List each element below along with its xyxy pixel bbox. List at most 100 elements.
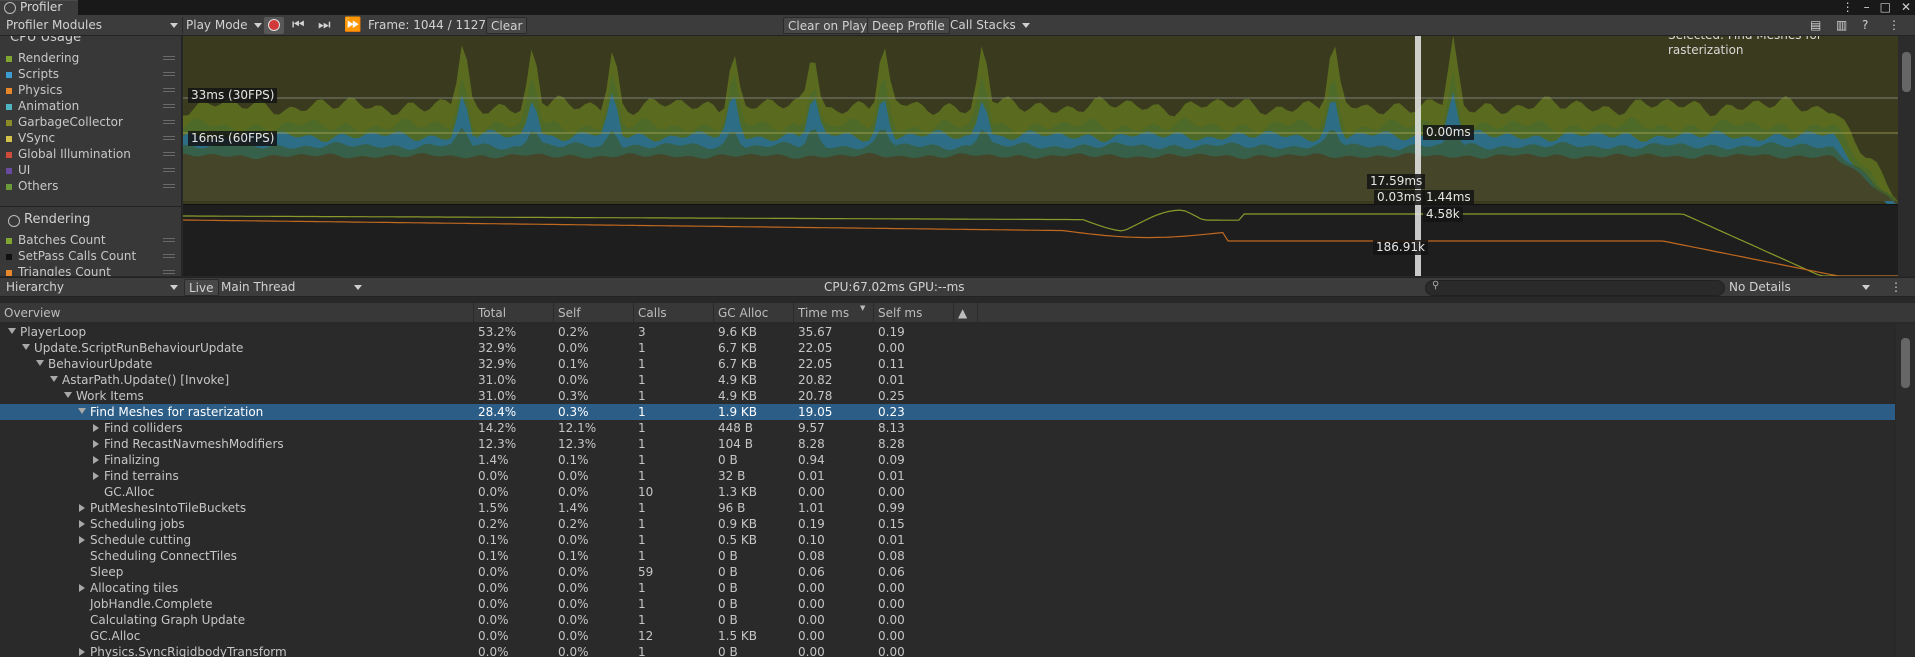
table-row[interactable]: Update.ScriptRunBehaviourUpdate 32.9% 0.0%… [0,340,1895,356]
cpu-legend-item[interactable]: Global Illumination [6,146,131,162]
cpu-legend-item[interactable]: Rendering [6,50,79,66]
cpu-legend-item[interactable]: GarbageCollector [6,114,123,130]
search-input[interactable]: ⚲ [1425,280,1725,296]
cpu-legend-item[interactable]: Animation [6,98,79,114]
cpu-usage-title[interactable]: CPU Usage [10,36,81,45]
scrollbar-thumb[interactable] [1901,338,1910,388]
more-icon[interactable]: ⋮ [1888,17,1900,34]
play-mode-dropdown[interactable]: Play Mode [186,17,262,34]
view-dropdown[interactable]: Hierarchy [6,279,182,296]
chevron-right-icon[interactable] [93,424,99,432]
drag-handle-icon[interactable] [163,136,175,140]
warning-column[interactable]: ▲ [954,303,978,323]
maximize-icon[interactable]: □ [1880,0,1891,15]
more-icon[interactable]: ⋮ [1890,279,1902,296]
rendering-legend-item[interactable]: SetPass Calls Count [6,248,136,264]
load-icon[interactable]: ▤ [1810,17,1821,34]
chevron-down-icon[interactable] [78,408,86,414]
drag-handle-icon[interactable] [163,238,175,242]
cpu-legend-item[interactable]: Others [6,178,58,194]
table-row[interactable]: Sleep 0.0% 0.0% 59 0 B 0.06 0.06 [0,564,1895,580]
cpu-legend-item[interactable]: UI [6,162,30,178]
table-row[interactable]: Scheduling ConnectTiles 0.1% 0.1% 1 0 B 0.08 0… [0,548,1895,564]
table-row[interactable]: Calculating Graph Update 0.0% 0.0% 1 0 B 0.00… [0,612,1895,628]
drag-handle-icon[interactable] [163,88,175,92]
table-row[interactable]: Find colliders 14.2% 12.1% 1 448 B 9.57 8.13 [0,420,1895,436]
profiler-tab[interactable]: Profiler [0,0,78,15]
deep-profile-button[interactable]: Deep Profile [867,17,950,34]
details-dropdown[interactable]: No Details [1729,279,1874,296]
chevron-right-icon[interactable] [79,648,85,656]
chevron-right-icon[interactable] [79,504,85,512]
first-frame-button[interactable]: ⏮ [292,17,305,34]
drag-handle-icon[interactable] [163,120,175,124]
chevron-right-icon[interactable] [93,472,99,480]
col-self-ms[interactable]: Self ms [874,303,954,323]
clear-on-play-button[interactable]: Clear on Play [783,17,872,34]
cpu-legend-item[interactable]: Scripts [6,66,59,82]
profiler-charts[interactable]: 33ms (30FPS) 16ms (60FPS) Selected: Find… [183,36,1898,276]
chevron-down-icon[interactable] [36,360,44,366]
table-row[interactable]: Finalizing 1.4% 0.1% 1 0 B 0.94 0.09 [0,452,1895,468]
table-row[interactable]: PlayerLoop 53.2% 0.2% 3 9.6 KB 35.67 0.19 [0,324,1895,340]
drag-handle-icon[interactable] [163,56,175,60]
chevron-right-icon[interactable] [79,520,85,528]
chevron-right-icon[interactable] [93,456,99,464]
table-row[interactable]: Schedule cutting 0.1% 0.0% 1 0.5 KB 0.10 0.01 [0,532,1895,548]
record-button[interactable] [264,17,284,34]
table-row[interactable]: JobHandle.Complete 0.0% 0.0% 1 0 B 0.00 0.00 [0,596,1895,612]
call-stacks-dropdown[interactable]: Call Stacks [950,17,1030,34]
chevron-right-icon[interactable] [79,536,85,544]
chevron-down-icon[interactable] [8,328,16,334]
close-icon[interactable]: ✕ [1901,0,1911,15]
table-row[interactable]: Find terrains 0.0% 0.0% 1 32 B 0.01 0.01 [0,468,1895,484]
chevron-right-icon[interactable] [93,440,99,448]
table-row[interactable]: Find Meshes for rasterization 28.4% 0.3% 1 1… [0,404,1895,420]
col-self[interactable]: Self [554,303,634,323]
col-calls[interactable]: Calls [634,303,714,323]
drag-handle-icon[interactable] [163,152,175,156]
col-overview[interactable]: Overview [0,303,474,323]
table-row[interactable]: Physics.SyncRigidbodyTransform 0.0% 0.0% 1 0… [0,644,1895,657]
minimize-icon[interactable]: – [1864,0,1870,15]
drag-handle-icon[interactable] [163,104,175,108]
save-icon[interactable]: ▥ [1836,17,1847,34]
thread-dropdown[interactable]: Main Thread [221,279,366,296]
table-row[interactable]: AstarPath.Update() [Invoke] 31.0% 0.0% 1 4.9… [0,372,1895,388]
table-row[interactable]: Scheduling jobs 0.2% 0.2% 1 0.9 KB 0.19 0.15 [0,516,1895,532]
rendering-title[interactable]: Rendering [24,212,90,227]
chart-scrollbar[interactable] [1898,36,1915,276]
drag-handle-icon[interactable] [163,72,175,76]
table-row[interactable]: PutMeshesIntoTileBuckets 1.5% 1.4% 1 96 B 1.0… [0,500,1895,516]
chevron-down-icon[interactable] [50,376,58,382]
drag-handle-icon[interactable] [163,270,175,274]
drag-handle-icon[interactable] [163,184,175,188]
table-row[interactable]: Allocating tiles 0.0% 0.0% 1 0 B 0.00 0.00 [0,580,1895,596]
drag-handle-icon[interactable] [163,168,175,172]
rendering-legend-item[interactable]: Batches Count [6,232,106,248]
live-button[interactable]: Live [184,279,219,296]
rendering-legend-item[interactable]: Triangles Count [6,264,111,276]
cpu-legend-item[interactable]: VSync [6,130,55,146]
profiler-modules-dropdown[interactable]: Profiler Modules [6,17,182,34]
hierarchy-table[interactable]: PlayerLoop 53.2% 0.2% 3 9.6 KB 35.67 0.19 Updat… [0,324,1895,657]
drag-handle-icon[interactable] [163,254,175,258]
col-gc-alloc[interactable]: GC Alloc [714,303,794,323]
more-icon[interactable]: ⋮ [1842,0,1854,15]
table-row[interactable]: GC.Alloc 0.0% 0.0% 12 1.5 KB 0.00 0.00 [0,628,1895,644]
scrollbar-thumb[interactable] [1902,52,1911,92]
chevron-down-icon[interactable] [22,344,30,350]
table-scrollbar[interactable] [1896,324,1915,657]
clear-button[interactable]: Clear [486,17,528,34]
table-row[interactable]: BehaviourUpdate 32.9% 0.1% 1 6.7 KB 22.05 0.11 [0,356,1895,372]
col-total[interactable]: Total [474,303,554,323]
chevron-right-icon[interactable] [79,584,85,592]
table-row[interactable]: Work Items 31.0% 0.3% 1 4.9 KB 20.78 0.25 [0,388,1895,404]
table-row[interactable]: GC.Alloc 0.0% 0.0% 10 1.3 KB 0.00 0.00 [0,484,1895,500]
last-frame-button[interactable]: ⏩ [344,17,361,34]
chevron-down-icon[interactable] [64,392,72,398]
cpu-usage-chart[interactable] [183,36,1898,276]
table-row[interactable]: Find RecastNavmeshModifiers 12.3% 12.3% 1 10… [0,436,1895,452]
next-frame-button[interactable]: ⏭ [318,17,331,34]
help-icon[interactable]: ? [1862,17,1868,34]
